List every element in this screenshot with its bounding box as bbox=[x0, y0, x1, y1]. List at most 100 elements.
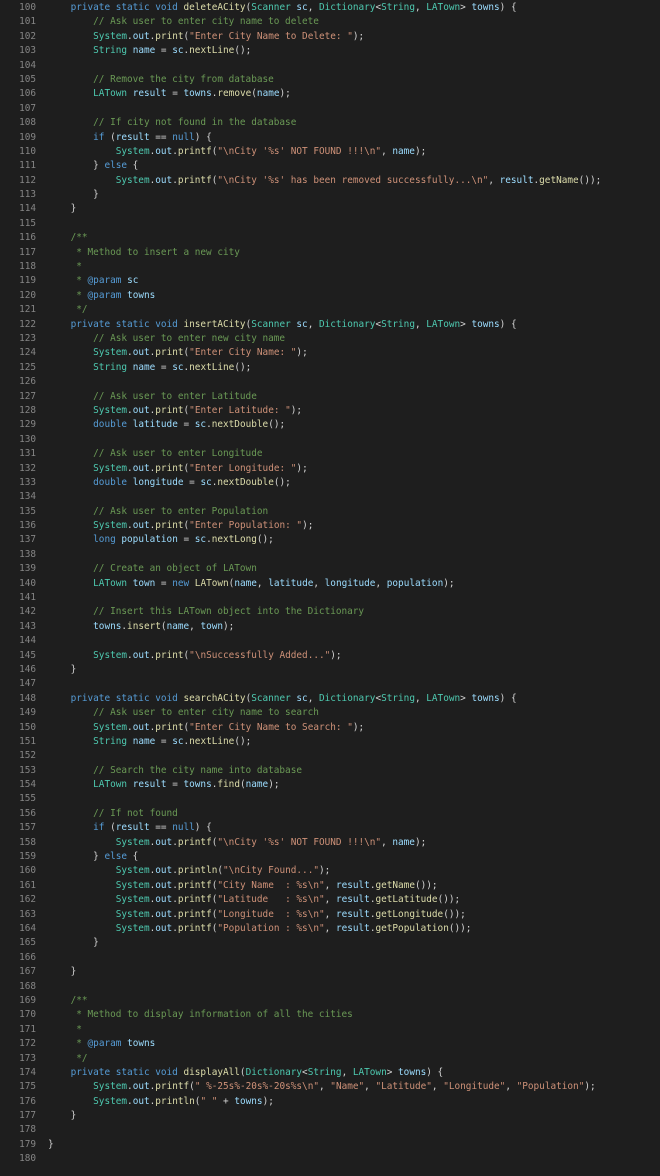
code-line[interactable]: 149 // Ask user to enter city name to se… bbox=[0, 706, 660, 720]
code-line[interactable]: 130 bbox=[0, 433, 660, 447]
code-editor[interactable]: 100 private static void deleteACity(Scan… bbox=[0, 0, 660, 1176]
code-text[interactable]: private static void insertACity(Scanner … bbox=[48, 318, 517, 332]
code-line[interactable]: 168 bbox=[0, 980, 660, 994]
code-line[interactable]: 144 bbox=[0, 634, 660, 648]
code-line[interactable]: 148 private static void searchACity(Scan… bbox=[0, 692, 660, 706]
code-text[interactable]: System.out.print("Enter Longitude: "); bbox=[48, 462, 308, 476]
code-line[interactable]: 132 System.out.print("Enter Longitude: "… bbox=[0, 462, 660, 476]
code-text[interactable]: System.out.printf("\nCity '%s' has been … bbox=[48, 174, 602, 188]
code-line[interactable]: 145 System.out.print("\nSuccessfully Add… bbox=[0, 649, 660, 663]
code-line[interactable]: 142 // Insert this LATown object into th… bbox=[0, 605, 660, 619]
code-text[interactable]: System.out.printf(" %-25s%-20s%-20s%s\n"… bbox=[48, 1080, 595, 1094]
code-text[interactable]: String name = sc.nextLine(); bbox=[48, 361, 251, 375]
code-line[interactable]: 124 System.out.print("Enter City Name: "… bbox=[0, 346, 660, 360]
code-line[interactable]: 163 System.out.printf("Longitude : %s\n"… bbox=[0, 908, 660, 922]
code-line[interactable]: 106 LATown result = towns.remove(name); bbox=[0, 87, 660, 101]
code-text[interactable]: if (result == null) { bbox=[48, 821, 212, 835]
code-line[interactable]: 171 * bbox=[0, 1023, 660, 1037]
code-text[interactable]: * @param towns bbox=[48, 289, 155, 303]
code-text[interactable]: } else { bbox=[48, 159, 138, 173]
code-line[interactable]: 120 * @param towns bbox=[0, 289, 660, 303]
code-text[interactable]: * bbox=[48, 1023, 82, 1037]
code-text[interactable]: System.out.printf("\nCity '%s' NOT FOUND… bbox=[48, 836, 427, 850]
code-text[interactable]: // Create an object of LATown bbox=[48, 562, 257, 576]
code-line[interactable]: 169 /** bbox=[0, 994, 660, 1008]
code-text[interactable]: // Ask user to enter Latitude bbox=[48, 390, 257, 404]
code-text[interactable]: } else { bbox=[48, 850, 138, 864]
code-line[interactable]: 143 towns.insert(name, town); bbox=[0, 620, 660, 634]
code-text[interactable]: // Ask user to enter Longitude bbox=[48, 447, 262, 461]
code-text[interactable]: System.out.print("Enter City Name to Del… bbox=[48, 30, 364, 44]
code-line[interactable]: 157 if (result == null) { bbox=[0, 821, 660, 835]
code-line[interactable]: 116 /** bbox=[0, 231, 660, 245]
code-line[interactable]: 122 private static void insertACity(Scan… bbox=[0, 318, 660, 332]
code-line[interactable]: 133 double longitude = sc.nextDouble(); bbox=[0, 476, 660, 490]
code-line[interactable]: 176 System.out.println(" " + towns); bbox=[0, 1095, 660, 1109]
code-line[interactable]: 180 bbox=[0, 1152, 660, 1166]
code-text[interactable]: */ bbox=[48, 1052, 87, 1066]
code-line[interactable]: 115 bbox=[0, 217, 660, 231]
code-text[interactable]: // Remove the city from database bbox=[48, 73, 274, 87]
code-line[interactable]: 129 double latitude = sc.nextDouble(); bbox=[0, 418, 660, 432]
code-text[interactable]: * bbox=[48, 260, 82, 274]
code-text[interactable]: // Ask user to enter new city name bbox=[48, 332, 285, 346]
code-text[interactable]: String name = sc.nextLine(); bbox=[48, 735, 251, 749]
code-line[interactable]: 177 } bbox=[0, 1109, 660, 1123]
code-line[interactable]: 160 System.out.println("\nCity Found..."… bbox=[0, 864, 660, 878]
code-text[interactable]: System.out.print("Enter Latitude: "); bbox=[48, 404, 302, 418]
code-line[interactable]: 135 // Ask user to enter Population bbox=[0, 505, 660, 519]
code-line[interactable]: 111 } else { bbox=[0, 159, 660, 173]
code-text[interactable]: /** bbox=[48, 231, 88, 245]
code-line[interactable]: 107 bbox=[0, 102, 660, 116]
code-line[interactable]: 137 long population = sc.nextLong(); bbox=[0, 533, 660, 547]
code-line[interactable]: 131 // Ask user to enter Longitude bbox=[0, 447, 660, 461]
code-text[interactable]: */ bbox=[48, 303, 87, 317]
code-line[interactable]: 103 String name = sc.nextLine(); bbox=[0, 44, 660, 58]
code-line[interactable]: 138 bbox=[0, 548, 660, 562]
code-text[interactable]: System.out.print("Enter Population: "); bbox=[48, 519, 313, 533]
code-line[interactable]: 123 // Ask user to enter new city name bbox=[0, 332, 660, 346]
code-line[interactable]: 153 // Search the city name into databas… bbox=[0, 764, 660, 778]
code-text[interactable]: System.out.println(" " + towns); bbox=[48, 1095, 274, 1109]
code-text[interactable]: } bbox=[48, 1138, 54, 1152]
code-line[interactable]: 113 } bbox=[0, 188, 660, 202]
code-line[interactable]: 146 } bbox=[0, 663, 660, 677]
code-line[interactable]: 128 System.out.print("Enter Latitude: ")… bbox=[0, 404, 660, 418]
code-line[interactable]: 121 */ bbox=[0, 303, 660, 317]
code-line[interactable]: 150 System.out.print("Enter City Name to… bbox=[0, 721, 660, 735]
code-line[interactable]: 147 bbox=[0, 677, 660, 691]
code-text[interactable]: private static void deleteACity(Scanner … bbox=[48, 1, 517, 15]
code-line[interactable]: 110 System.out.printf("\nCity '%s' NOT F… bbox=[0, 145, 660, 159]
code-line[interactable]: 178 bbox=[0, 1123, 660, 1137]
code-line[interactable]: 152 bbox=[0, 749, 660, 763]
code-text[interactable]: // Search the city name into database bbox=[48, 764, 302, 778]
code-line[interactable]: 161 System.out.printf("City Name : %s\n"… bbox=[0, 879, 660, 893]
code-line[interactable]: 164 System.out.printf("Population : %s\n… bbox=[0, 922, 660, 936]
code-line[interactable]: 127 // Ask user to enter Latitude bbox=[0, 390, 660, 404]
code-line[interactable]: 155 bbox=[0, 792, 660, 806]
code-text[interactable]: // If city not found in the database bbox=[48, 116, 296, 130]
code-text[interactable]: // If not found bbox=[48, 807, 178, 821]
code-line[interactable]: 165 } bbox=[0, 936, 660, 950]
code-line[interactable]: 167 } bbox=[0, 965, 660, 979]
code-text[interactable]: System.out.printf("Population : %s\n", r… bbox=[48, 922, 472, 936]
code-line[interactable]: 100 private static void deleteACity(Scan… bbox=[0, 1, 660, 15]
code-text[interactable]: * @param sc bbox=[48, 274, 138, 288]
code-line[interactable]: 101 // Ask user to enter city name to de… bbox=[0, 15, 660, 29]
code-text[interactable]: private static void searchACity(Scanner … bbox=[48, 692, 517, 706]
code-text[interactable]: System.out.print("Enter City Name to Sea… bbox=[48, 721, 364, 735]
code-text[interactable]: if (result == null) { bbox=[48, 131, 212, 145]
code-line[interactable]: 109 if (result == null) { bbox=[0, 131, 660, 145]
code-text[interactable]: towns.insert(name, town); bbox=[48, 620, 234, 634]
code-text[interactable]: } bbox=[48, 936, 99, 950]
code-line[interactable]: 179} bbox=[0, 1138, 660, 1152]
code-line[interactable]: 126 bbox=[0, 375, 660, 389]
code-text[interactable]: // Ask user to enter Population bbox=[48, 505, 268, 519]
code-text[interactable]: System.out.printf("Latitude : %s\n", res… bbox=[48, 893, 460, 907]
code-text[interactable]: System.out.printf("\nCity '%s' NOT FOUND… bbox=[48, 145, 427, 159]
code-text[interactable]: // Ask user to enter city name to search bbox=[48, 706, 319, 720]
code-line[interactable]: 104 bbox=[0, 59, 660, 73]
code-line[interactable]: 117 * Method to insert a new city bbox=[0, 246, 660, 260]
code-line[interactable]: 118 * bbox=[0, 260, 660, 274]
code-line[interactable]: 158 System.out.printf("\nCity '%s' NOT F… bbox=[0, 836, 660, 850]
